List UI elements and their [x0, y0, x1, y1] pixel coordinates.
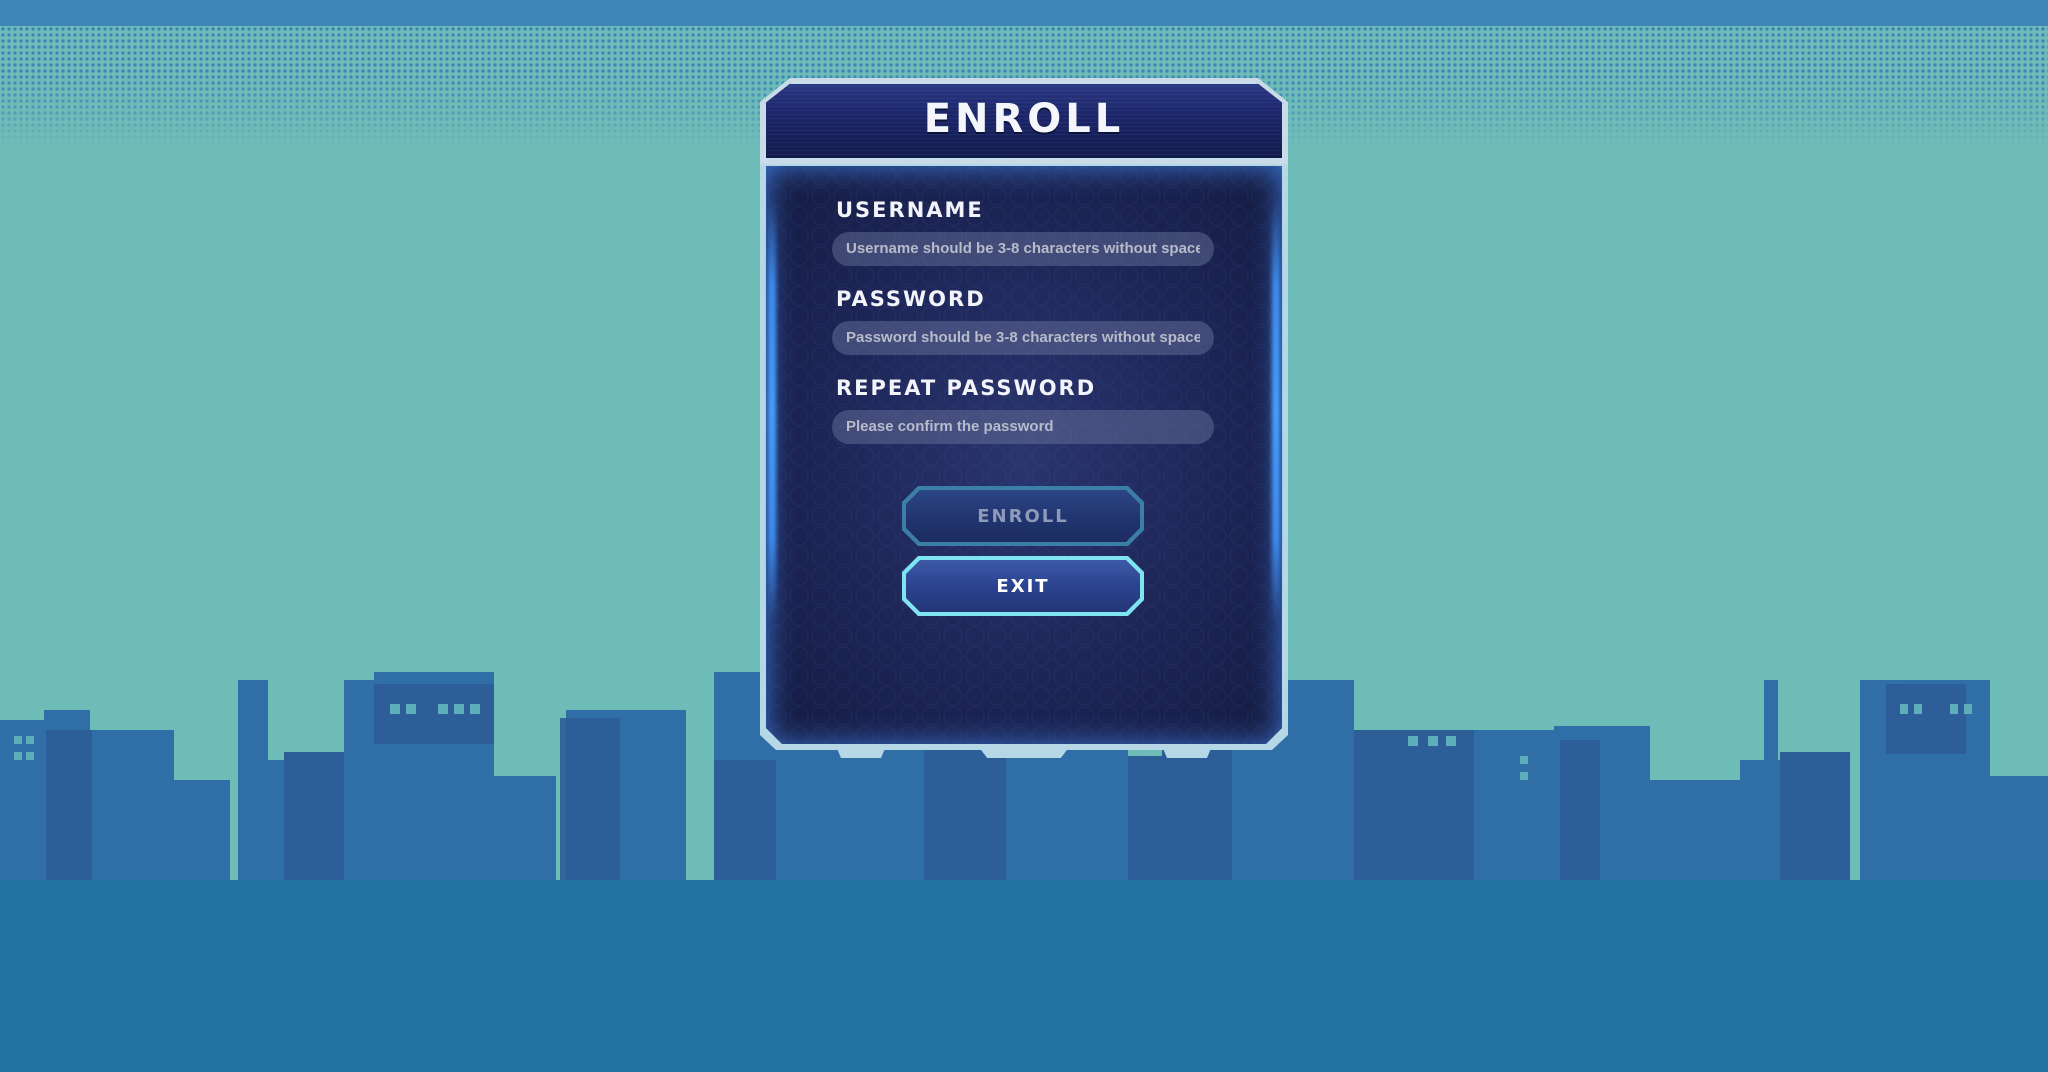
- panel-tab-right: [1162, 746, 1212, 758]
- panel-glow-right: [1272, 202, 1280, 622]
- enroll-button-label: ENROLL: [977, 505, 1069, 527]
- panel-tab-left: [836, 746, 886, 758]
- enroll-button[interactable]: ENROLL: [902, 486, 1144, 546]
- dialog-title: ENROLL: [923, 96, 1125, 142]
- exit-button-label: EXIT: [996, 575, 1050, 597]
- ground: [0, 880, 2048, 1072]
- repeat-password-input[interactable]: [832, 410, 1214, 444]
- enroll-dialog: ENROLL USERNAME PASSWORD REPEAT PASSWORD…: [760, 78, 1288, 758]
- username-input[interactable]: [832, 232, 1214, 266]
- panel-tab-center: [978, 746, 1070, 758]
- username-label: USERNAME: [836, 198, 984, 222]
- repeat-password-label: REPEAT PASSWORD: [836, 376, 1097, 400]
- panel-glow-left: [768, 202, 776, 622]
- password-label: PASSWORD: [836, 287, 986, 311]
- password-input[interactable]: [832, 321, 1214, 355]
- exit-button[interactable]: EXIT: [902, 556, 1144, 616]
- sky-band: [0, 0, 2048, 26]
